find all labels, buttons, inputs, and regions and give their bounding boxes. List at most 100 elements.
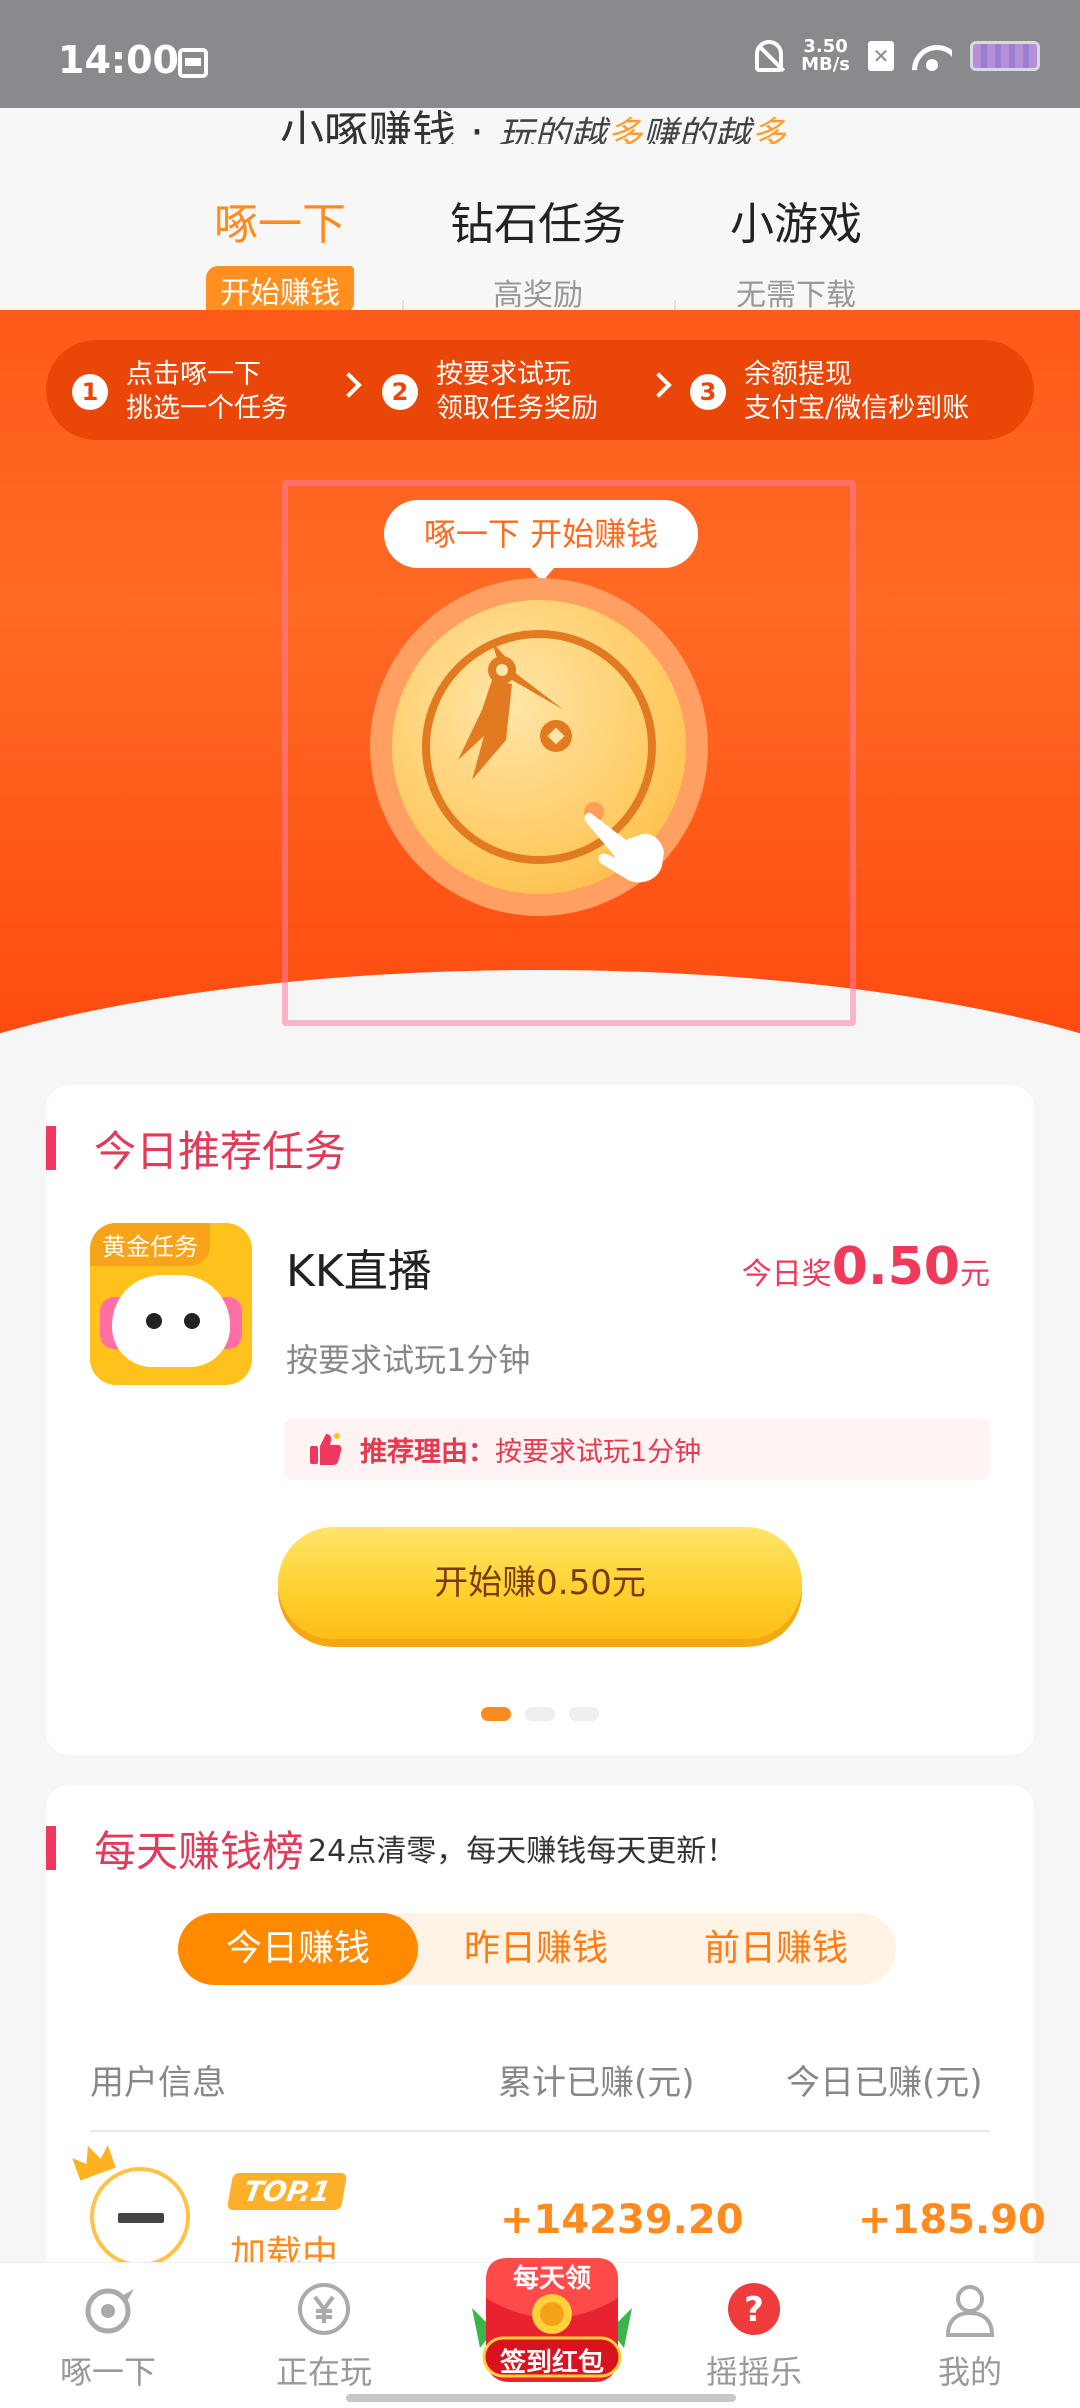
mute-icon (755, 40, 784, 72)
yen-coin-icon (298, 2283, 350, 2335)
status-time: 14:00 (58, 38, 179, 82)
mascot-eye (146, 1313, 162, 1329)
start-earn-button[interactable]: 开始赚0.50元 (278, 1527, 802, 1639)
step-line2: 挑选一个任务 (126, 393, 288, 424)
column-today-earned: 今日已赚(元) (786, 2063, 983, 2103)
step-line2: 支付宝/微信秒到账 (744, 393, 970, 424)
recommend-card: 今日推荐任务 黄金任务 KK直播 按要求试玩1分钟 今日奖 0.50 元 推荐理… (46, 1085, 1034, 1755)
segment-yesterday[interactable]: 昨日赚钱 (416, 1913, 656, 1985)
tab-label: 啄一下 (214, 199, 346, 250)
no-sim-icon: ✕ (868, 41, 894, 71)
peck-tooltip: 啄一下 开始赚钱 (384, 500, 698, 582)
tab-label: 小游戏 (730, 199, 862, 250)
step-line1: 余额提现 (744, 359, 852, 390)
home-indicator[interactable] (346, 2394, 736, 2402)
segment-day-before[interactable]: 前日赚钱 (656, 1913, 896, 1985)
header: 小啄赚钱 · 玩的越多赚的越多 啄一下 开始赚钱 钻石任务 高奖励 小游戏 无需… (0, 107, 1080, 350)
step-3: 3 余额提现 支付宝/微信秒到账 (690, 358, 969, 426)
rank-badge: TOP.1 (226, 2173, 348, 2210)
tab-diamond-tasks[interactable]: 钻石任务 高奖励 (408, 188, 668, 314)
column-total-earned: 累计已赚(元) (498, 2063, 695, 2103)
rank-today-earned: +185.90 (858, 2197, 1046, 2243)
top-tabs: 啄一下 开始赚钱 钻石任务 高奖励 小游戏 无需下载 (0, 188, 1080, 350)
avatar-image (118, 2213, 164, 2223)
step-2: 2 按要求试玩 领取任务奖励 (382, 358, 598, 426)
status-bar: 14:00 3.50 MB/s ✕ (0, 0, 1080, 108)
nav-label: 摇摇乐 (705, 2353, 802, 2391)
ranking-card: 每天赚钱榜 24点清零，每天赚钱每天更新！ 今日赚钱 昨日赚钱 前日赚钱 用户信… (46, 1785, 1046, 2285)
signin-red-packet-button[interactable]: 每天领 签到红包 (464, 2238, 640, 2398)
nav-playing[interactable]: 正在玩 (234, 2281, 414, 2393)
woodpecker-icon (458, 642, 572, 780)
chevron-right-icon (646, 372, 672, 398)
tab-peck[interactable]: 啄一下 开始赚钱 (150, 188, 410, 314)
ranking-segment-control: 今日赚钱 昨日赚钱 前日赚钱 (178, 1913, 896, 1985)
divider (90, 2130, 990, 2132)
slogan: 玩的越多赚的越多 (498, 115, 786, 144)
carousel-dot[interactable] (481, 1707, 511, 1721)
avatar[interactable] (90, 2167, 190, 2267)
app-title-text: 小啄赚钱 (280, 107, 456, 144)
step-line2: 领取任务奖励 (436, 393, 598, 424)
recommend-title: 今日推荐任务 (94, 1126, 347, 1176)
tab-sub: 高奖励 (493, 278, 583, 313)
reason-label: 推荐理由： (360, 1436, 495, 1468)
svg-text:?: ? (744, 2290, 764, 2330)
coin-face (392, 600, 686, 894)
kk-live-app-icon[interactable]: 黄金任务 (90, 1223, 252, 1385)
calendar-icon (178, 48, 208, 78)
app-title: 小啄赚钱 · 玩的越多赚的越多 (280, 96, 786, 144)
peck-coin-button[interactable] (370, 578, 708, 916)
recommend-reason: 推荐理由： 按要求试玩1分钟 (284, 1418, 990, 1480)
crown-icon (70, 2139, 116, 2180)
nav-peck[interactable]: 啄一下 (18, 2281, 198, 2393)
chevron-right-icon (336, 372, 362, 398)
column-user-info: 用户信息 (90, 2063, 226, 2103)
task-app-name: KK直播 (286, 1246, 432, 1297)
network-speed: 3.50 MB/s (801, 38, 850, 74)
tab-sub: 无需下载 (736, 278, 856, 313)
battery-icon (970, 41, 1040, 71)
tab-mini-games[interactable]: 小游戏 无需下载 (666, 188, 926, 314)
carousel-dot[interactable] (569, 1707, 599, 1721)
status-icons: 3.50 MB/s ✕ (755, 38, 1040, 74)
rank-total-earned: +14239.20 (500, 2197, 744, 2243)
tap-hand-icon (584, 802, 664, 883)
reward-unit: 元 (960, 1257, 990, 1292)
nav-mine[interactable]: 我的 (880, 2281, 1060, 2393)
nav-label: 我的 (937, 2353, 1002, 2391)
thumbs-up-icon (310, 1433, 342, 1465)
slogan-part: 赚的越 (642, 115, 751, 144)
carousel-dots (46, 1707, 1034, 1721)
section-title: 今日推荐任务 (46, 1123, 346, 1176)
nav-shake[interactable]: ? 摇摇乐 (664, 2281, 844, 2393)
slogan-highlight: 多 (750, 115, 787, 144)
title-dot: · (456, 107, 498, 144)
nav-label: 正在玩 (275, 2353, 372, 2391)
reward-prefix: 今日奖 (741, 1257, 832, 1292)
ranking-title: 每天赚钱榜 (94, 1826, 305, 1876)
nav-label: 啄一下 (59, 2353, 156, 2391)
mascot-eye (184, 1313, 200, 1329)
segment-today[interactable]: 今日赚钱 (178, 1913, 418, 1985)
slogan-highlight: 多 (605, 115, 642, 144)
speed-unit: MB/s (801, 54, 850, 75)
question-icon: ? (728, 2283, 780, 2335)
title-bar (46, 1826, 56, 1870)
step-line1: 点击啄一下 (126, 359, 261, 390)
hero-banner: 1 点击啄一下 挑选一个任务 2 按要求试玩 领取任务奖励 3 余额提现 支付宝/微信… (0, 310, 1080, 1055)
user-icon (945, 2285, 995, 2337)
slogan-part: 玩的越 (497, 115, 606, 144)
ranking-subtitle: 24点清零，每天赚钱每天更新！ (308, 1834, 737, 1869)
carousel-dot[interactable] (525, 1707, 555, 1721)
step-number: 3 (690, 374, 726, 410)
mascot-face (112, 1275, 230, 1367)
step-1: 1 点击啄一下 挑选一个任务 (72, 358, 288, 426)
section-title: 每天赚钱榜 24点清零，每天赚钱每天更新！ (46, 1823, 737, 1876)
step-number: 2 (382, 374, 418, 410)
reward-amount: 0.50 (831, 1237, 960, 1297)
red-packet-top-label: 每天领 (512, 2264, 591, 2294)
red-packet-bottom-label: 签到红包 (499, 2348, 604, 2378)
steps-bar: 1 点击啄一下 挑选一个任务 2 按要求试玩 领取任务奖励 3 余额提现 支付宝/微信… (46, 340, 1034, 440)
tab-sub-badge: 开始赚钱 (206, 266, 354, 314)
